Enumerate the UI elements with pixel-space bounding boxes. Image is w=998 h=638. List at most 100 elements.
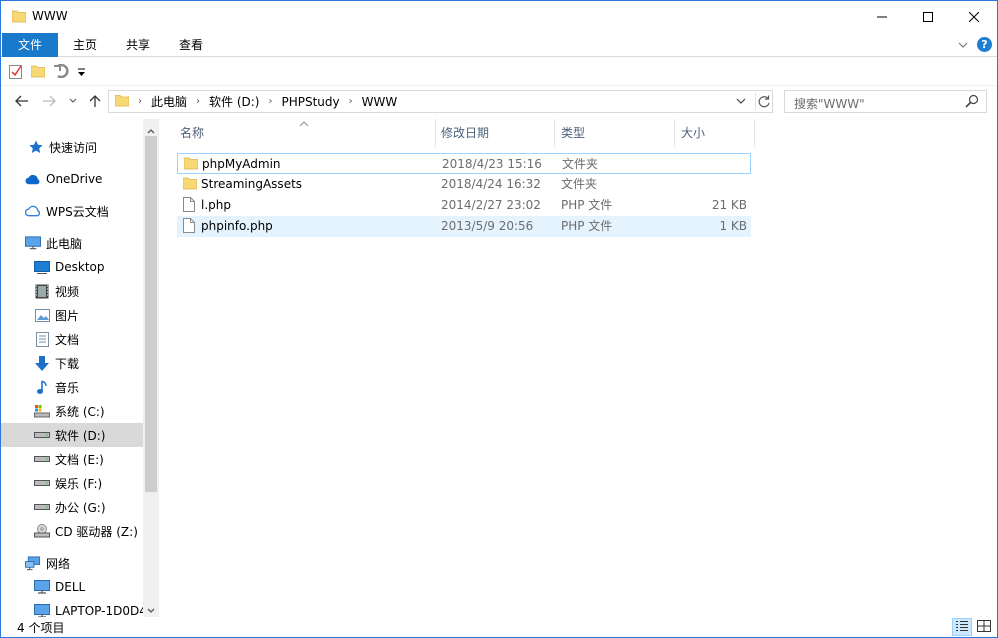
scroll-down-icon[interactable] <box>147 603 155 617</box>
scroll-up-icon[interactable] <box>147 123 155 137</box>
nav-item-onedrive[interactable]: OneDrive <box>1 167 143 191</box>
close-button[interactable] <box>951 1 997 33</box>
breadcrumb-separator-icon[interactable]: › <box>196 96 200 107</box>
nav-item-drive-e[interactable]: 文档 (E:) <box>1 447 143 471</box>
nav-item-videos[interactable]: 视频 <box>1 279 143 303</box>
minimize-button[interactable] <box>859 1 905 33</box>
table-row[interactable]: l.php 2014/2/27 23:02 PHP 文件 21 KB <box>177 195 751 216</box>
scrollbar-thumb[interactable] <box>145 136 157 492</box>
large-icons-view-icon <box>977 619 991 635</box>
drive-icon <box>34 475 50 491</box>
large-icons-view-button[interactable] <box>974 618 994 636</box>
breadcrumb-phpstudy[interactable]: PHPStudy <box>281 95 339 109</box>
file-type: PHP 文件 <box>561 219 613 233</box>
file-date: 2013/5/9 20:56 <box>441 219 534 233</box>
address-bar[interactable]: › 此电脑 › 软件 (D:) › PHPStudy › WWW <box>108 90 773 113</box>
breadcrumb-separator-icon[interactable]: › <box>268 96 272 107</box>
help-icon[interactable]: ? <box>977 37 992 52</box>
folder-icon <box>183 156 199 173</box>
file-date: 2018/4/23 15:16 <box>442 157 542 171</box>
up-button[interactable] <box>87 93 103 109</box>
expand-ribbon-icon[interactable] <box>958 39 968 53</box>
nav-item-dell[interactable]: DELL <box>1 575 143 599</box>
new-folder-icon[interactable] <box>30 64 46 81</box>
file-icon <box>183 197 195 215</box>
tab-share[interactable]: 共享 <box>113 33 163 57</box>
drive-icon <box>34 427 50 443</box>
table-row[interactable]: StreamingAssets 2018/4/24 16:32 文件夹 <box>177 174 751 195</box>
nav-item-pictures[interactable]: 图片 <box>1 303 143 327</box>
nav-item-drive-d[interactable]: 软件 (D:) <box>1 423 143 447</box>
nav-item-cd-drive[interactable]: CD 驱动器 (Z:) <box>1 519 143 543</box>
search-input[interactable]: 搜索"WWW" <box>794 95 865 112</box>
download-icon <box>34 355 50 371</box>
navigation-pane: 快速访问 OneDrive WPS云文档 此电脑 Desktop 视频 图片 文… <box>1 119 159 617</box>
navigation-bar: › 此电脑 › 软件 (D:) › PHPStudy › WWW 搜索"WWW" <box>1 87 997 117</box>
breadcrumb-separator-icon[interactable]: › <box>138 96 142 107</box>
nav-pane-scrollbar[interactable] <box>143 119 159 617</box>
maximize-button[interactable] <box>905 1 951 33</box>
customize-toolbar-icon[interactable] <box>77 66 86 80</box>
file-type: PHP 文件 <box>561 198 613 212</box>
file-size: 1 KB <box>719 219 747 233</box>
nav-item-drive-c[interactable]: 系统 (C:) <box>1 399 143 423</box>
star-icon <box>28 139 44 155</box>
nav-item-this-pc[interactable]: 此电脑 <box>1 231 143 255</box>
status-bar: 4 个项目 <box>1 617 997 637</box>
drive-icon <box>34 451 50 467</box>
address-history-icon[interactable] <box>735 95 747 110</box>
column-header-name[interactable]: 名称 <box>174 119 436 147</box>
file-list: 名称 修改日期 类型 大小 phpMyAdmin 2018/4/23 15:16… <box>161 119 997 617</box>
nav-item-network[interactable]: 网络 <box>1 551 143 575</box>
title-bar[interactable]: WWW <box>1 1 997 33</box>
file-date: 2014/2/27 23:02 <box>441 198 541 212</box>
details-view-button[interactable] <box>952 618 972 636</box>
quick-access-toolbar <box>1 58 997 86</box>
details-view-icon <box>955 620 969 635</box>
column-header-date[interactable]: 修改日期 <box>435 119 555 147</box>
pictures-icon <box>34 307 50 323</box>
column-header-size[interactable]: 大小 <box>675 119 755 147</box>
undo-icon[interactable] <box>53 63 69 81</box>
network-computer-icon <box>34 603 50 617</box>
window-title: WWW <box>32 9 68 23</box>
nav-item-downloads[interactable]: 下载 <box>1 351 143 375</box>
tab-view[interactable]: 查看 <box>165 33 217 57</box>
tab-home[interactable]: 主页 <box>59 33 111 57</box>
table-row[interactable]: phpMyAdmin 2018/4/23 15:16 文件夹 <box>177 153 751 174</box>
breadcrumb-www[interactable]: WWW <box>362 95 398 109</box>
file-icon <box>183 218 195 236</box>
search-icon[interactable] <box>965 94 979 111</box>
folder-icon <box>114 94 130 110</box>
network-computer-icon <box>34 579 50 595</box>
properties-icon[interactable] <box>9 64 23 82</box>
item-count: 4 个项目 <box>17 621 65 635</box>
table-row[interactable]: phpinfo.php 2013/5/9 20:56 PHP 文件 1 KB <box>177 216 751 237</box>
nav-item-music[interactable]: 音乐 <box>1 375 143 399</box>
nav-item-wps-cloud[interactable]: WPS云文档 <box>1 199 143 223</box>
back-button[interactable] <box>14 93 30 109</box>
nav-item-drive-g[interactable]: 办公 (G:) <box>1 495 143 519</box>
wps-cloud-icon <box>25 203 41 219</box>
breadcrumb: › 此电脑 › 软件 (D:) › PHPStudy › WWW <box>114 91 398 112</box>
breadcrumb-drive-d[interactable]: 软件 (D:) <box>209 93 259 110</box>
refresh-icon[interactable] <box>755 93 772 110</box>
nav-item-laptop[interactable]: LAPTOP-1D0D4 <box>1 599 143 617</box>
video-icon <box>34 283 50 299</box>
folder-icon <box>11 9 27 26</box>
folder-icon <box>182 176 198 193</box>
nav-item-desktop[interactable]: Desktop <box>1 255 143 279</box>
tab-file[interactable]: 文件 <box>2 33 58 57</box>
column-header-type[interactable]: 类型 <box>555 119 675 147</box>
nav-item-documents[interactable]: 文档 <box>1 327 143 351</box>
recent-locations-icon[interactable] <box>65 93 81 109</box>
search-box[interactable]: 搜索"WWW" <box>784 90 987 113</box>
drive-icon <box>34 499 50 515</box>
file-size <box>672 154 748 175</box>
nav-item-drive-f[interactable]: 娱乐 (F:) <box>1 471 143 495</box>
forward-button[interactable] <box>41 93 57 109</box>
breadcrumb-this-pc[interactable]: 此电脑 <box>151 93 187 110</box>
nav-item-quick-access[interactable]: 快速访问 <box>1 135 143 159</box>
file-size <box>671 174 747 195</box>
breadcrumb-separator-icon[interactable]: › <box>349 96 353 107</box>
